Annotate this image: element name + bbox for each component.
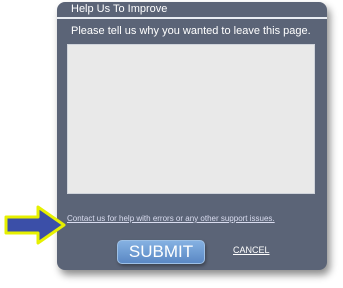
dialog-prompt: Please tell us why you wanted to leave t… — [71, 25, 311, 37]
dialog-title: Help Us To Improve — [71, 3, 168, 15]
dialog-title-bar: Help Us To Improve — [57, 2, 327, 19]
arrow-right-icon — [4, 205, 66, 245]
cancel-link[interactable]: CANCEL — [233, 245, 270, 256]
feedback-dialog: Help Us To Improve Please tell us why yo… — [57, 2, 327, 270]
stage: Help Us To Improve Please tell us why yo… — [0, 0, 343, 288]
contact-support-link[interactable]: Contact us for help with errors or any o… — [67, 214, 275, 224]
feedback-textarea[interactable] — [67, 44, 315, 194]
submit-button[interactable]: SUBMIT — [117, 240, 205, 264]
